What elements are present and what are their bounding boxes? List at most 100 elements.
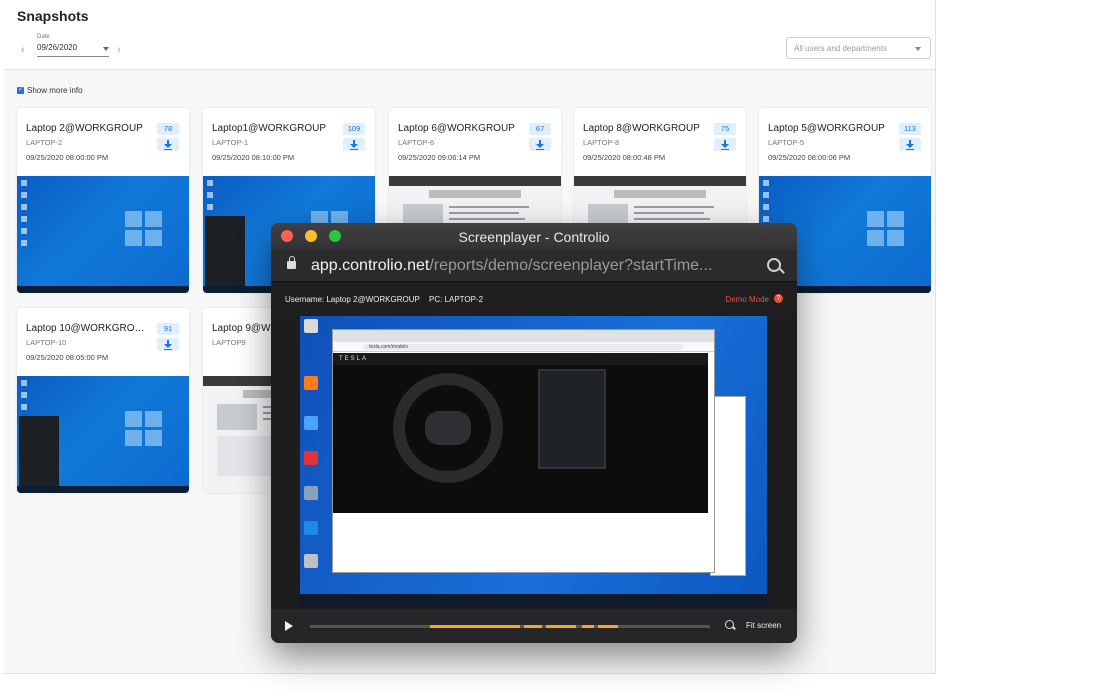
fit-screen-button[interactable]: Fit screen: [746, 621, 781, 630]
text-line: [634, 206, 714, 208]
snapshot-thumbnail[interactable]: [17, 376, 189, 493]
timeline-activity-segment: [546, 625, 576, 628]
playback-controls: Fit screen: [271, 609, 797, 643]
zoom-icon[interactable]: [767, 258, 781, 272]
snapshot-user-name[interactable]: Laptop 8@WORKGROUP: [583, 123, 705, 134]
snapshot-card[interactable]: Laptop 10@WORKGROUP LAPTOP-10 09/25/2020 0…: [17, 308, 189, 493]
text-line: [634, 218, 710, 220]
browser-url: tesla.com/models: [369, 344, 408, 350]
date-value: 09/26/2020: [37, 43, 78, 52]
snapshot-user-name[interactable]: Laptop1@WORKGROUP: [212, 123, 334, 134]
text-line: [449, 206, 529, 208]
snapshot-pc-name: LAPTOP-5: [768, 138, 805, 147]
lock-icon: [287, 256, 296, 269]
snapshot-thumbnail[interactable]: [17, 176, 189, 293]
download-icon[interactable]: [157, 338, 179, 351]
brand-logo: TESLA: [339, 356, 369, 362]
caret-down-icon: [915, 47, 921, 51]
users-select-placeholder: All users and departments: [794, 44, 887, 53]
app-icon: [304, 554, 318, 568]
snapshot-timestamp: 09/25/2020 08:05:00 PM: [26, 353, 109, 362]
url-path: /reports/demo/screenplayer?startTime...: [429, 257, 713, 274]
page-title: Snapshots: [17, 8, 89, 24]
text-line: [449, 218, 525, 220]
browser-address-field: tesla.com/models: [363, 344, 683, 350]
snapshot-count-badge: 75: [714, 123, 736, 135]
text-line: [449, 212, 519, 214]
url-bar[interactable]: app.controlio.net/reports/demo/screenpla…: [271, 250, 797, 282]
snapshot-user-name[interactable]: Laptop 2@WORKGROUP: [26, 123, 148, 134]
page-header-block: [614, 190, 706, 198]
play-icon[interactable]: [285, 621, 293, 631]
username-text: Username: Laptop 2@WORKGROUP: [285, 295, 420, 304]
timeline-activity-segment: [524, 625, 542, 628]
timeline-activity-segment: [598, 625, 618, 628]
windows-logo-icon: [125, 411, 163, 447]
pixlr-icon: [304, 451, 318, 465]
windows-logo-icon: [125, 211, 163, 247]
snapshot-user-name[interactable]: Laptop 10@WORKGROUP: [26, 323, 148, 334]
url-text[interactable]: app.controlio.net/reports/demo/screenpla…: [311, 257, 751, 275]
caret-down-icon: [103, 47, 109, 51]
start-menu-panel: [19, 416, 59, 486]
timeline-activity-segment: [430, 625, 520, 628]
chevron-right-icon[interactable]: ›: [117, 44, 121, 56]
download-icon[interactable]: [157, 138, 179, 151]
snapshot-timestamp: 09/25/2020 08:00:00 PM: [26, 153, 109, 162]
snapshot-pc-name: LAPTOP-1: [212, 138, 249, 147]
download-icon[interactable]: [899, 138, 921, 151]
text-line: [634, 212, 704, 214]
snapshot-pc-name: LAPTOP-6: [398, 138, 435, 147]
page-image-block: [217, 404, 257, 430]
teamviewer-icon: [304, 521, 318, 535]
download-icon[interactable]: [529, 138, 551, 151]
snapshot-count-badge: 113: [899, 123, 921, 135]
app-icon: [304, 486, 318, 500]
url-host: app.controlio.net: [311, 257, 430, 274]
snapshot-timestamp: 09/25/2020 08:00:06 PM: [768, 153, 851, 162]
background-window: [710, 396, 746, 576]
users-departments-select[interactable]: All users and departments: [786, 37, 931, 59]
snapshot-count-badge: 109: [343, 123, 365, 135]
snapshot-user-name[interactable]: Laptop 5@WORKGROUP: [768, 123, 890, 134]
date-picker[interactable]: 09/26/2020: [37, 43, 109, 57]
help-icon[interactable]: ?: [774, 294, 783, 303]
snapshot-timestamp: 09/25/2020 09:06:14 PM: [398, 153, 481, 162]
timeline-track[interactable]: [310, 625, 710, 628]
car-interior-image: TESLA: [333, 353, 708, 513]
browser-bar: [389, 176, 561, 186]
start-menu-panel: [205, 216, 245, 286]
desktop-icons: [21, 180, 27, 252]
snapshot-user-name[interactable]: Laptop 6@WORKGROUP: [398, 123, 520, 134]
snapshot-pc-name: LAPTOP9: [212, 338, 246, 347]
snapshot-timestamp: 09/25/2020 08:00:48 PM: [583, 153, 666, 162]
download-icon[interactable]: [714, 138, 736, 151]
dashboard-vent: [333, 353, 708, 365]
pc-text: PC: LAPTOP-2: [429, 295, 484, 304]
center-display: [538, 369, 606, 469]
windows-logo-icon: [867, 211, 905, 247]
checkbox-icon[interactable]: ✓: [17, 87, 24, 94]
snapshot-count-badge: 67: [529, 123, 551, 135]
window-titlebar: Screenplayer - Controlio: [271, 223, 797, 250]
download-icon[interactable]: [343, 138, 365, 151]
session-info-bar: Username: Laptop 2@WORKGROUP PC: LAPTOP-…: [271, 283, 797, 315]
date-label: Date: [37, 34, 50, 40]
fit-screen-icon[interactable]: [725, 620, 734, 629]
browser-bar: [574, 176, 746, 186]
snapshot-card[interactable]: Laptop 2@WORKGROUP LAPTOP-2 09/25/2020 08:…: [17, 108, 189, 293]
timeline-activity-segment: [582, 625, 594, 628]
chevron-left-icon[interactable]: ‹: [21, 44, 25, 56]
top-bar: Snapshots ‹ Date 09/26/2020 › All users …: [4, 0, 935, 70]
snapshot-count-badge: 91: [157, 323, 179, 335]
show-more-info-toggle[interactable]: ✓ Show more info: [17, 86, 83, 95]
screenplayer-window: Screenplayer - Controlio app.controlio.n…: [271, 223, 797, 643]
snapshot-pc-name: LAPTOP-10: [26, 338, 67, 347]
snapshot-timestamp: 09/25/2020 08:10:00 PM: [212, 153, 295, 162]
snapshot-pc-name: LAPTOP-2: [26, 138, 63, 147]
recycle-bin-icon: [304, 319, 318, 333]
demo-mode-label[interactable]: Demo Mode: [725, 295, 769, 304]
recorded-screen: tesla.com/models TESLA: [300, 316, 767, 608]
show-more-info-label: Show more info: [27, 86, 83, 95]
page-header-block: [429, 190, 521, 198]
